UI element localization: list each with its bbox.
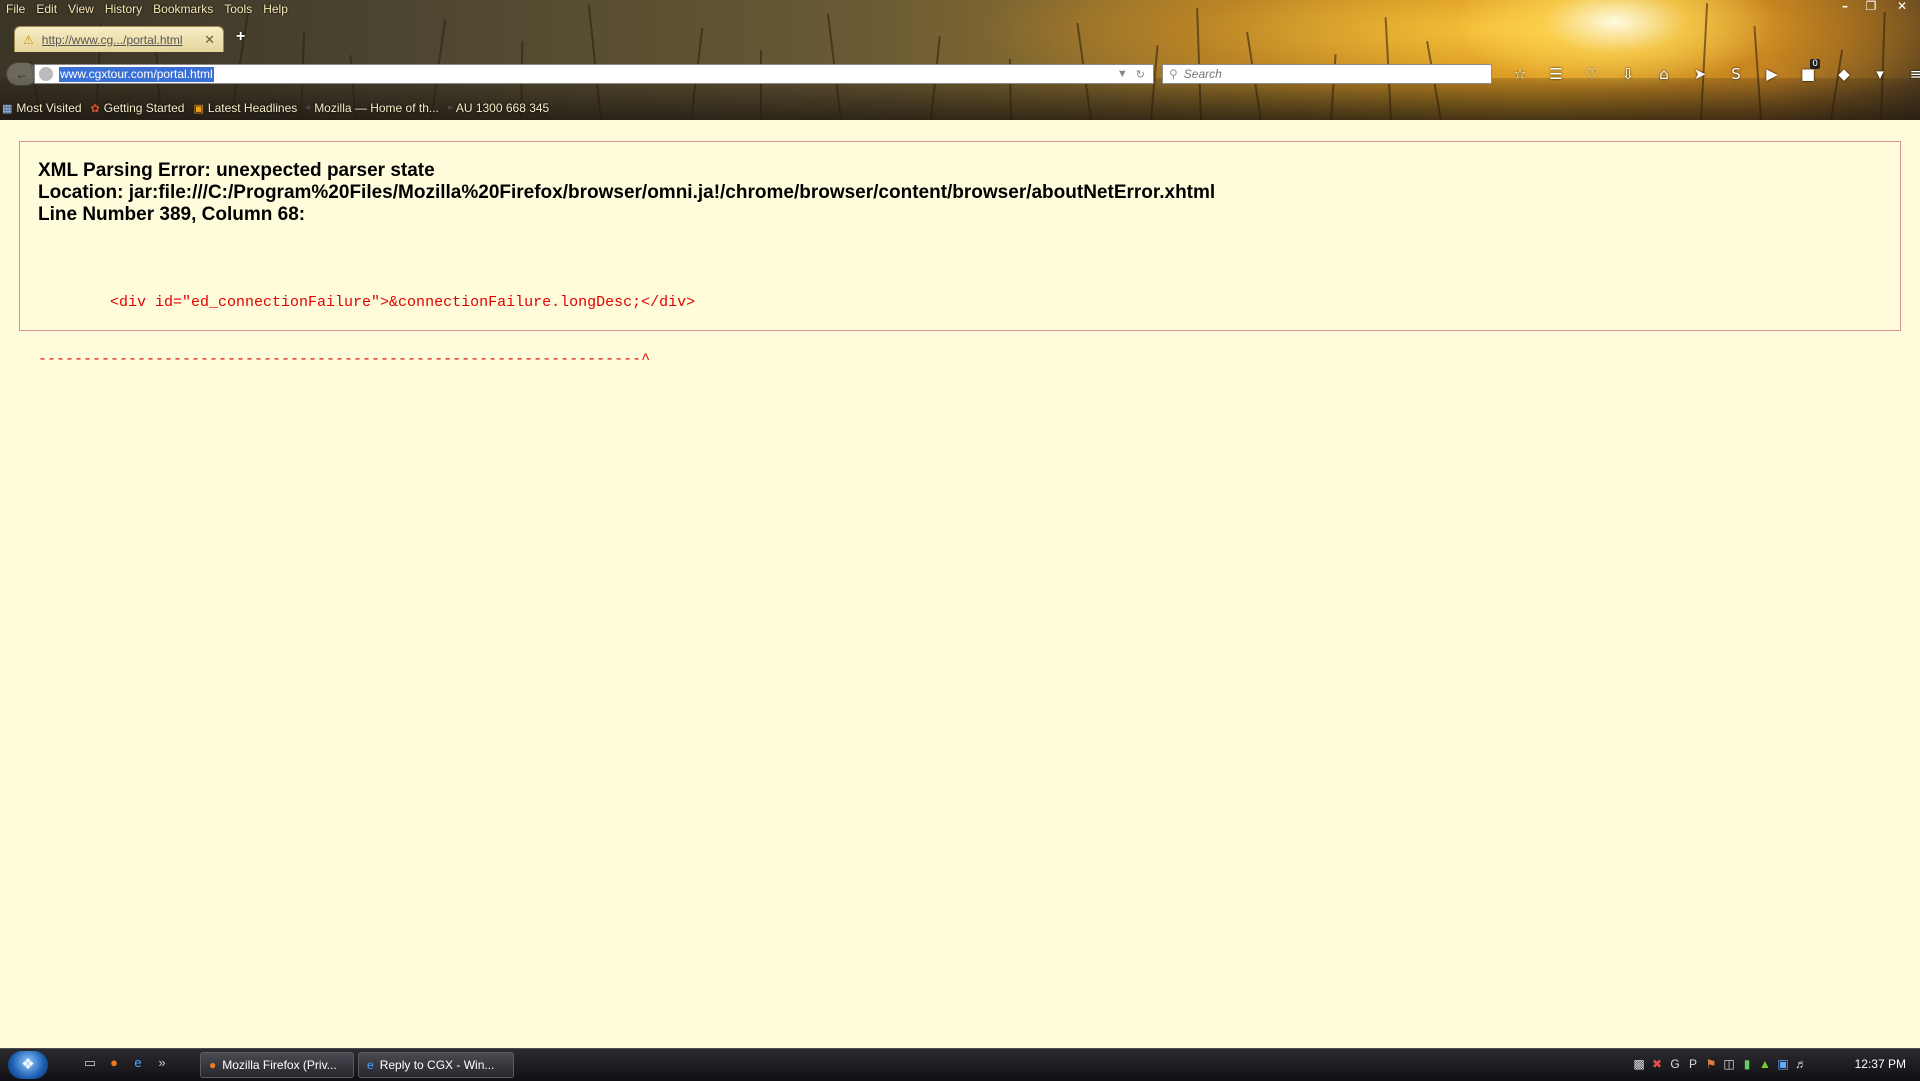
menu-history[interactable]: History (105, 0, 142, 18)
skype-icon[interactable]: S (1718, 65, 1754, 83)
tray-flag-icon[interactable]: ⚑ (1702, 1057, 1720, 1071)
error-title: XML Parsing Error: unexpected parser sta… (38, 160, 435, 181)
toolbar-icons: ☆ ☰ ♡ ⇩ ⌂ ➤ S ▶ ■ 0 ◆ ▾ ≡ (1502, 59, 1920, 86)
tray-security-icon[interactable]: ✖ (1648, 1057, 1666, 1071)
menu-tools[interactable]: Tools (224, 0, 252, 18)
xml-parse-error-box: XML Parsing Error: unexpected parser sta… (19, 141, 1901, 368)
tray-nvidia-icon[interactable]: ▲ (1756, 1057, 1774, 1071)
tray-p-icon[interactable]: P (1684, 1057, 1702, 1071)
start-button[interactable]: ❖ (8, 1051, 48, 1079)
taskbar-clock[interactable]: 12:37 PM (1855, 1057, 1906, 1071)
bookmark-latest-headlines[interactable]: ▣ Latest Headlines (193, 101, 297, 115)
page-icon: ▫ (447, 102, 452, 114)
close-window-icon[interactable]: ✕ (1884, 0, 1920, 14)
windows-logo-icon: ❖ (21, 1056, 35, 1073)
firefox-icon: ✿ (90, 102, 100, 115)
tray-app-icon[interactable]: G (1666, 1057, 1684, 1071)
ie-icon: e (367, 1058, 374, 1072)
warning-icon: ⚠ (23, 32, 34, 47)
play-icon[interactable]: ▶ (1754, 65, 1790, 83)
menu-view[interactable]: View (68, 0, 94, 18)
reading-list-icon[interactable]: ☰ (1538, 65, 1574, 83)
search-bar[interactable]: ⚲ (1162, 64, 1492, 84)
grass-stalk (760, 50, 762, 120)
bookmark-au-phone[interactable]: ▫ AU 1300 668 345 (448, 101, 549, 115)
bookmark-star-icon[interactable]: ☆ (1502, 65, 1538, 83)
firefox-icon: ● (209, 1058, 217, 1072)
error-location: Location: jar:file:///C:/Program%20Files… (38, 182, 1216, 203)
bookmark-mozilla[interactable]: ▫ Mozilla — Home of th... (306, 101, 439, 115)
error-header: XML Parsing Error: unexpected parser sta… (38, 160, 1215, 226)
minimize-icon[interactable]: – (1832, 0, 1858, 14)
reload-icon[interactable]: ↻ (1136, 68, 1145, 81)
download-count-badge: 0 (1810, 59, 1820, 69)
task-firefox[interactable]: ● Mozilla Firefox (Priv... (200, 1052, 354, 1078)
quick-launch-more-icon[interactable]: » (150, 1055, 174, 1071)
task-mail-reply[interactable]: e Reply to CGX - Win... (358, 1052, 514, 1078)
ie-launch-icon[interactable]: e (126, 1055, 150, 1071)
tray-folder-icon[interactable]: ▩ (1630, 1057, 1648, 1071)
send-icon[interactable]: ➤ (1682, 65, 1718, 83)
error-line-number: Line Number 389, Column 68: (38, 204, 306, 225)
url-input[interactable]: www.cgxtour.com/portal.html (59, 66, 214, 82)
folder-icon: ▦ (2, 102, 13, 115)
url-bar[interactable]: www.cgxtour.com/portal.html ▼ ↻ (34, 64, 1154, 84)
downloads-icon[interactable]: ⇩ (1610, 65, 1646, 83)
menu-bar: File Edit View History Bookmarks Tools H… (0, 0, 299, 18)
tab-current[interactable]: ⚠ http://www.cg.../portal.html ✕ (14, 26, 224, 52)
home-icon[interactable]: ⌂ (1646, 65, 1682, 83)
back-arrow-icon: ← (15, 66, 29, 82)
error-source-line: <div id="ed_connectionFailure">&connecti… (38, 294, 696, 311)
url-dropdown-icon[interactable]: ▼ (1117, 68, 1128, 80)
bookmark-most-visited[interactable]: ▦ Most Visited (2, 101, 82, 115)
browser-chrome: File Edit View History Bookmarks Tools H… (0, 0, 1920, 120)
page-icon: ▫ (306, 102, 311, 114)
menu-file[interactable]: File (6, 0, 25, 18)
taskbar: ❖ ▭ ● e » ● Mozilla Firefox (Priv... e R… (0, 1048, 1920, 1081)
pocket-icon[interactable]: ♡ (1574, 65, 1610, 83)
bookmarks-toolbar: ▦ Most Visited ✿ Getting Started ▣ Lates… (2, 98, 558, 118)
overflow-chevron-icon[interactable]: ▾ (1862, 65, 1898, 83)
site-identity-icon[interactable] (39, 67, 53, 81)
error-pointer-line: ----------------------------------------… (38, 351, 651, 368)
tray-network-icon[interactable]: ▣ (1774, 1057, 1792, 1071)
menu-help[interactable]: Help (263, 0, 288, 18)
tray-monitor-icon[interactable]: ◫ (1720, 1057, 1738, 1071)
error-source-text: <div id="ed_connectionFailure">&connecti… (38, 255, 695, 407)
show-desktop-icon[interactable]: ▭ (78, 1055, 102, 1071)
bookmark-getting-started[interactable]: ✿ Getting Started (91, 101, 185, 115)
search-icon: ⚲ (1169, 67, 1178, 81)
rss-icon: ▣ (193, 102, 204, 115)
addon-icon[interactable]: ■ 0 (1790, 59, 1826, 83)
tray-volume-icon[interactable]: ♬ (1792, 1057, 1810, 1071)
menu-edit[interactable]: Edit (36, 0, 57, 18)
quick-launch: ▭ ● e » (78, 1055, 174, 1071)
search-input[interactable] (1181, 66, 1476, 82)
tab-title: http://www.cg.../portal.html (41, 32, 183, 47)
hamburger-menu-icon[interactable]: ≡ (1898, 65, 1920, 83)
tray-battery-icon[interactable]: ▮ (1738, 1057, 1756, 1071)
menu-bookmarks[interactable]: Bookmarks (153, 0, 213, 18)
tab-close-icon[interactable]: ✕ (204, 32, 215, 48)
firefox-launch-icon[interactable]: ● (102, 1055, 126, 1071)
window-controls: – ❐ ✕ (1832, 0, 1920, 14)
system-tray: ▩ ✖ G P ⚑ ◫ ▮ ▲ ▣ ♬ (1630, 1057, 1810, 1071)
extension-icon[interactable]: ◆ (1826, 65, 1862, 83)
new-tab-button[interactable]: + (236, 28, 245, 46)
restore-icon[interactable]: ❐ (1858, 0, 1884, 14)
